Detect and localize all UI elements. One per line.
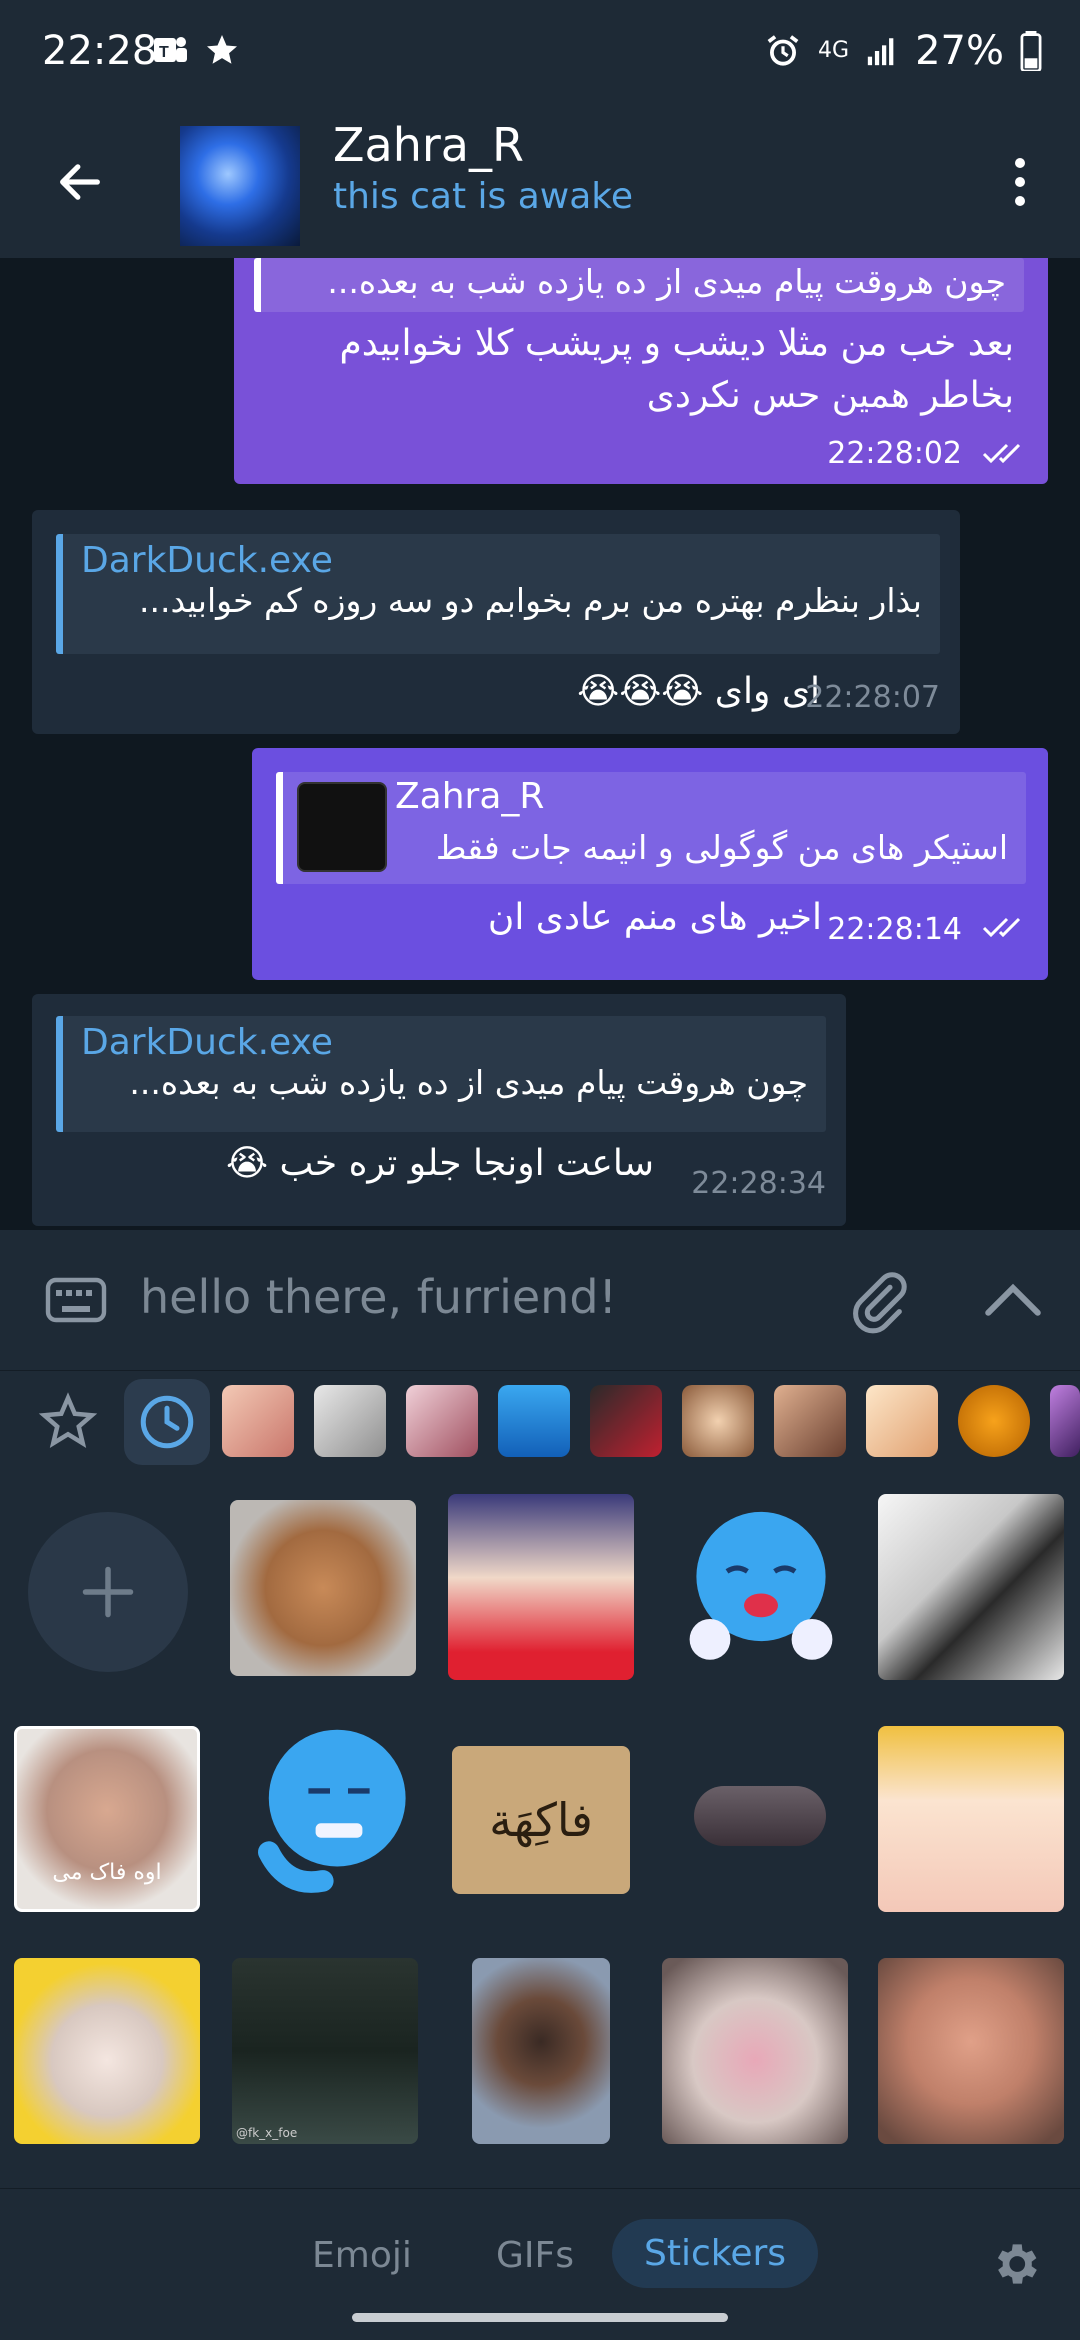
svg-text:T: T: [159, 44, 169, 61]
sticker-pack-tab[interactable]: [406, 1385, 478, 1457]
favorites-star-icon[interactable]: [38, 1391, 98, 1451]
message-time: 22:28:07: [805, 680, 940, 715]
back-button[interactable]: [40, 142, 120, 222]
emoji-panel-tabs: Emoji GIFs Stickers: [0, 2188, 1080, 2340]
message-text: اخیر های منم عادی ان: [487, 897, 822, 938]
message-text: ساعت اونجا جلو تره خب 😭: [226, 1143, 654, 1184]
message-time: 22:28:02: [827, 436, 962, 471]
sign-text: فاکِهَة: [489, 1793, 593, 1847]
tab-emoji[interactable]: Emoji: [312, 2235, 412, 2276]
status-right: 4G 27%: [764, 28, 1042, 74]
sticker-pleading-emoji[interactable]: [676, 1500, 846, 1670]
tab-gifs[interactable]: GIFs: [496, 2235, 574, 2276]
reply-preview[interactable]: DarkDuck.exe چون هروقت پیام میدی از ده ی…: [56, 1016, 826, 1132]
sticker-screaming-man[interactable]: [472, 1958, 610, 2144]
sticker-watermark: @fk_x_foe: [236, 2126, 298, 2140]
attach-icon[interactable]: [846, 1266, 910, 1338]
chevron-up-icon[interactable]: [980, 1274, 1046, 1324]
gear-icon[interactable]: [988, 2237, 1042, 2291]
status-time: 22:28: [42, 28, 158, 74]
clock-icon: [140, 1395, 194, 1449]
reply-preview[interactable]: Zahra_R استیکر های من گوگولی و انیمه جات…: [276, 772, 1026, 884]
add-sticker-button[interactable]: [28, 1512, 188, 1672]
message-input-bar: hello there, furriend!: [0, 1230, 1080, 1370]
reply-author: DarkDuck.exe: [81, 1022, 333, 1063]
sticker-hamster[interactable]: [662, 1958, 848, 2144]
sticker-pack-tab[interactable]: [222, 1385, 294, 1457]
message-text-line: بعد خب من مثلا دیشب و پریشب کلا نخوابیدم: [339, 323, 1014, 364]
contact-status: this cat is awake: [333, 176, 634, 217]
sticker-pack-tabs: [0, 1370, 1080, 1470]
more-vertical-icon: [1015, 158, 1025, 168]
chat-messages[interactable]: چون هروقت پیام میدی از ده یازده شب به بع…: [0, 258, 1080, 1230]
plus-icon: [82, 1566, 134, 1618]
more-options-button[interactable]: [990, 142, 1050, 222]
tab-stickers[interactable]: Stickers: [612, 2219, 819, 2288]
sticker-thinking-emoji[interactable]: [240, 1722, 420, 1912]
sticker-pack-tab[interactable]: [682, 1385, 754, 1457]
reply-preview[interactable]: چون هروقت پیام میدی از ده یازده شب به بع…: [254, 258, 1024, 312]
chat-header: Zahra_R this cat is awake: [0, 108, 1080, 258]
sticker-man-face[interactable]: [878, 1958, 1064, 2144]
message-text: ای وای 😭😭😭: [577, 671, 820, 712]
sticker-pack-tab[interactable]: [774, 1385, 846, 1457]
sticker-pack-tab[interactable]: [866, 1385, 938, 1457]
signal-icon: [867, 38, 894, 66]
reply-text: بذار بنظرم بهتره من برم بخوابم دو سه روز…: [139, 581, 922, 620]
sticker-arabic-sign[interactable]: فاکِهَة: [452, 1746, 630, 1894]
reply-text: چون هروقت پیام میدی از ده یازده شب به بع…: [327, 262, 1006, 301]
contact-name[interactable]: Zahra_R: [333, 118, 524, 172]
read-checks-icon: [982, 917, 1021, 938]
battery-percent: 27%: [915, 28, 1004, 74]
sticker-caption: اوه فاک می: [52, 1860, 162, 1885]
sticker-anime-blush[interactable]: [878, 1726, 1064, 1912]
sticker-pack-tab[interactable]: [1050, 1385, 1080, 1457]
message-text-line: بخاطر همین حس نکردی: [646, 375, 1014, 416]
status-bar: 22:28 T 4G 27%: [0, 0, 1080, 108]
home-indicator[interactable]: [352, 2313, 728, 2322]
message-outgoing[interactable]: Zahra_R استیکر های من گوگولی و انیمه جات…: [252, 748, 1048, 980]
sticker-pack-tab[interactable]: [314, 1385, 386, 1457]
alarm-icon: [767, 35, 799, 66]
sticker-cat-face[interactable]: اوه فاک می: [14, 1726, 200, 1912]
keyboard-icon[interactable]: [44, 1272, 108, 1328]
status-notification-icons: T: [150, 30, 240, 70]
message-time: 22:28:14: [827, 912, 962, 947]
reply-author: DarkDuck.exe: [81, 540, 333, 581]
read-checks-icon: [982, 443, 1021, 464]
sticker-pack-tab[interactable]: [958, 1385, 1030, 1457]
reply-preview[interactable]: DarkDuck.exe بذار بنظرم بهتره من برم بخو…: [56, 534, 940, 654]
contact-avatar[interactable]: [180, 126, 300, 246]
star-notification-icon: [207, 35, 237, 64]
sticker-crying-mouse[interactable]: [230, 1500, 416, 1676]
sticker-flower-dog[interactable]: [14, 1958, 200, 2144]
recent-stickers-tab[interactable]: [124, 1379, 210, 1465]
teams-icon: T: [154, 37, 187, 62]
sticker-manga-panel[interactable]: [878, 1494, 1064, 1680]
sticker-pack-tab[interactable]: [590, 1385, 662, 1457]
sticker-grid[interactable]: اوه فاک می فاکِهَة @fk_x_foe: [0, 1470, 1080, 2188]
message-time: 22:28:34: [691, 1166, 826, 1201]
message-input[interactable]: hello there, furriend!: [140, 1270, 617, 1324]
sticker-sleeping-animal[interactable]: [694, 1786, 826, 1846]
reply-author: Zahra_R: [395, 776, 545, 817]
sticker-anime-catgirl[interactable]: @fk_x_foe: [232, 1958, 418, 2144]
message-outgoing[interactable]: چون هروقت پیام میدی از ده یازده شب به بع…: [234, 258, 1048, 484]
sticker-anime-girl[interactable]: [448, 1494, 634, 1680]
battery-icon: [1020, 31, 1042, 71]
back-arrow-icon: [60, 164, 100, 200]
network-type: 4G: [818, 38, 850, 63]
message-incoming[interactable]: DarkDuck.exe چون هروقت پیام میدی از ده ی…: [32, 994, 846, 1226]
sticker-pack-tab[interactable]: [498, 1385, 570, 1457]
reply-text: استیکر های من گوگولی و انیمه جات فقط: [435, 828, 1008, 867]
message-incoming[interactable]: DarkDuck.exe بذار بنظرم بهتره من برم بخو…: [32, 510, 960, 734]
reply-text: چون هروقت پیام میدی از ده یازده شب به بع…: [129, 1063, 808, 1102]
reply-sticker-thumbnail: [297, 782, 387, 872]
